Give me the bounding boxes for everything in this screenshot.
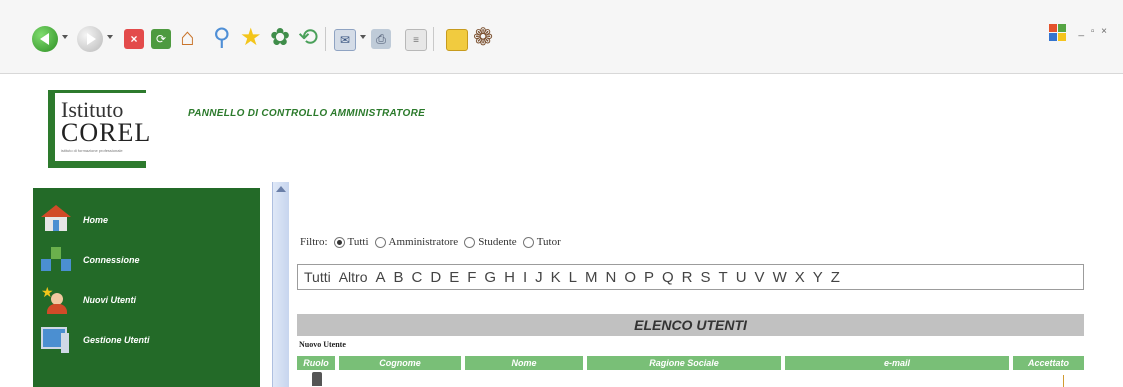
alphabet-link-z[interactable]: Z	[831, 269, 840, 286]
media-icon[interactable]: ✿	[270, 25, 290, 51]
filter-radio-studente[interactable]	[464, 236, 476, 248]
column-header-email[interactable]: e-mail	[785, 356, 1009, 370]
alphabet-link-o[interactable]: O	[624, 269, 636, 286]
filter-radio-tutor[interactable]	[522, 236, 534, 248]
alphabet-link-x[interactable]: X	[795, 269, 805, 286]
institute-logo: Istituto COREL istituto di formazione pr…	[48, 90, 152, 168]
sidebar-item-gestione-utenti[interactable]: Gestione Utenti	[33, 320, 260, 360]
column-header-ragione-sociale[interactable]: Ragione Sociale	[587, 356, 781, 370]
alphabet-link-v[interactable]: V	[755, 269, 765, 286]
alphabet-link-k[interactable]: K	[551, 269, 561, 286]
windows-logo-icon	[1049, 24, 1067, 42]
table-header: Ruolo Cognome Nome Ragione Sociale e-mai…	[297, 356, 1084, 370]
back-dropdown-icon[interactable]	[62, 35, 68, 39]
computer-icon	[41, 325, 71, 355]
vertical-scrollbar[interactable]	[272, 182, 289, 387]
alphabet-link-altro[interactable]: Altro	[339, 269, 368, 285]
home-icon[interactable]: ⌂	[180, 25, 195, 51]
alphabet-link-b[interactable]: B	[394, 269, 404, 286]
filter-option-label: Studente	[478, 236, 517, 248]
network-icon	[41, 245, 71, 275]
logo-line2: COREL	[61, 118, 152, 147]
home-icon	[41, 205, 71, 235]
back-icon[interactable]	[32, 26, 58, 52]
filter-radio-tutti[interactable]	[333, 236, 345, 248]
sidebar-item-label: Home	[83, 215, 109, 225]
mail-dropdown-icon[interactable]	[360, 35, 366, 39]
user-role-icon	[312, 372, 322, 386]
filter-radio-amministratore[interactable]	[374, 236, 386, 248]
refresh-icon[interactable]: ⟳	[151, 29, 171, 49]
accepted-indicator	[1063, 375, 1064, 387]
filter-option-label: Amministratore	[388, 236, 459, 248]
alphabet-link-t[interactable]: T	[719, 269, 728, 286]
alphabet-link-g[interactable]: G	[484, 269, 496, 286]
history-icon[interactable]: ⟲	[298, 25, 318, 51]
edit-icon[interactable]: ≡	[405, 29, 427, 51]
logo-tagline: istituto di formazione professionale	[61, 148, 123, 153]
forward-icon[interactable]	[77, 26, 103, 52]
table-row[interactable]	[297, 371, 1084, 387]
sidebar-item-label: Gestione Utenti	[83, 335, 150, 345]
window-controls[interactable]: _ ▫ ×	[1078, 26, 1109, 37]
new-user-link[interactable]: Nuovo Utente	[299, 340, 346, 349]
alphabet-link-w[interactable]: W	[773, 269, 787, 286]
column-header-ruolo[interactable]: Ruolo	[297, 356, 335, 370]
page-title: PANNELLO DI CONTROLLO AMMINISTRATORE	[188, 108, 426, 119]
browser-toolbar: × ⟳ ⌂ ⚲ ★ ✿ ⟲ ✉ ⎙ ≡ ❁ _ ▫ ×	[0, 0, 1123, 74]
sidebar-item-home[interactable]: Home	[33, 200, 260, 240]
sidebar-item-nuovi-utenti[interactable]: ★ Nuovi Utenti	[33, 280, 260, 320]
alphabet-link-e[interactable]: E	[449, 269, 459, 286]
alphabet-link-u[interactable]: U	[736, 269, 747, 286]
scroll-up-icon[interactable]	[276, 186, 286, 192]
alphabet-link-n[interactable]: N	[605, 269, 616, 286]
alphabet-link-a[interactable]: A	[376, 269, 386, 286]
column-header-nome[interactable]: Nome	[465, 356, 583, 370]
alphabet-link-tutti[interactable]: Tutti	[304, 269, 331, 285]
alphabet-link-d[interactable]: D	[430, 269, 441, 286]
column-header-cognome[interactable]: Cognome	[339, 356, 461, 370]
stop-icon[interactable]: ×	[124, 29, 144, 49]
mail-icon[interactable]: ✉	[334, 29, 356, 51]
alphabet-link-r[interactable]: R	[682, 269, 693, 286]
alphabet-link-m[interactable]: M	[585, 269, 598, 286]
search-icon[interactable]: ⚲	[213, 25, 231, 51]
alphabet-link-p[interactable]: P	[644, 269, 654, 286]
alphabet-link-l[interactable]: L	[569, 269, 577, 286]
alphabet-link-y[interactable]: Y	[813, 269, 823, 286]
column-header-accettato[interactable]: Accettato	[1013, 356, 1084, 370]
settings-icon[interactable]: ❁	[473, 25, 493, 51]
filter-option-label: Tutor	[536, 236, 561, 248]
alphabet-link-c[interactable]: C	[412, 269, 423, 286]
filter-row: Filtro: Tutti Amministratore Studente Tu…	[300, 236, 561, 248]
forward-dropdown-icon[interactable]	[107, 35, 113, 39]
alphabet-link-q[interactable]: Q	[662, 269, 674, 286]
sidebar-menu: Home Connessione ★ Nuovi Utenti Gestione…	[33, 188, 260, 387]
sidebar-item-label: Connessione	[83, 255, 140, 265]
filter-option-label: Tutti	[347, 236, 369, 248]
folder-icon[interactable]	[446, 29, 468, 51]
favorites-icon[interactable]: ★	[240, 25, 262, 51]
list-title: ELENCO UTENTI	[297, 314, 1084, 336]
alphabet-filter: Tutti Altro A B C D E F G H I J K L M N O P Q R S T U V W X Y Z	[297, 264, 1084, 290]
alphabet-link-s[interactable]: S	[701, 269, 711, 286]
sidebar-item-label: Nuovi Utenti	[83, 295, 136, 305]
filter-label: Filtro:	[300, 236, 328, 248]
alphabet-link-i[interactable]: I	[523, 269, 527, 286]
new-user-icon: ★	[41, 285, 71, 315]
sidebar-item-connessione[interactable]: Connessione	[33, 240, 260, 280]
alphabet-link-f[interactable]: F	[467, 269, 476, 286]
alphabet-link-j[interactable]: J	[535, 269, 543, 286]
alphabet-link-h[interactable]: H	[504, 269, 515, 286]
print-icon[interactable]: ⎙	[371, 29, 391, 49]
